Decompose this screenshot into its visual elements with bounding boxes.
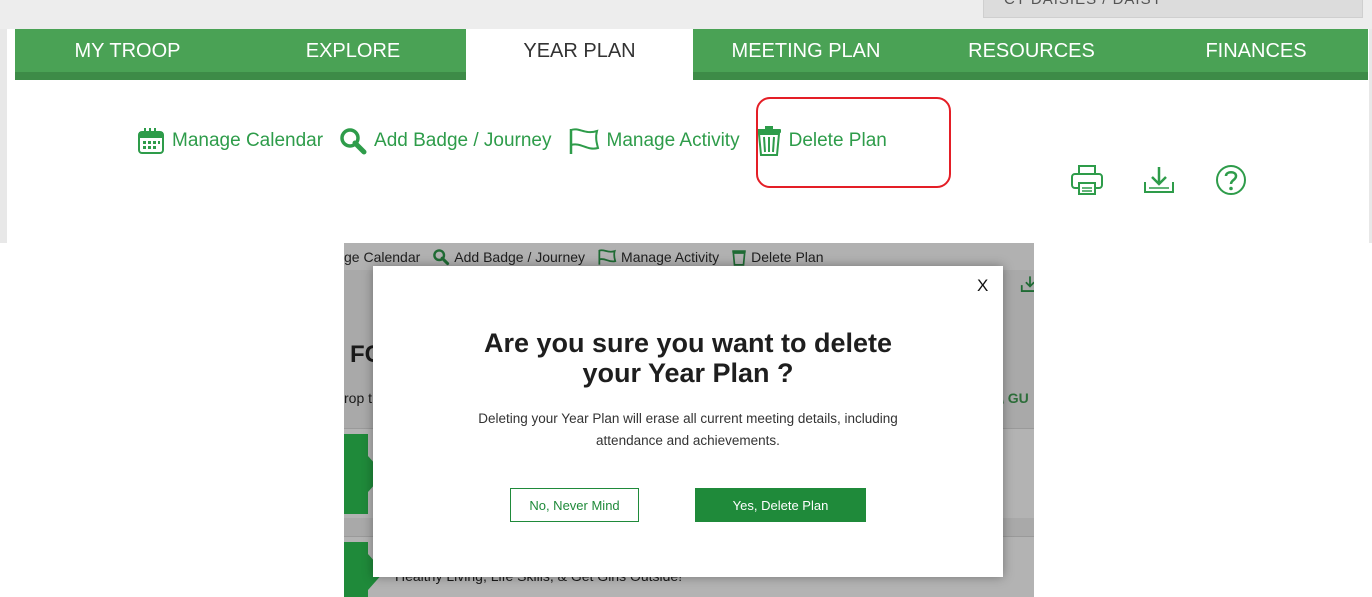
dialog-title-line2: your Year Plan ? — [582, 358, 794, 388]
manage-calendar-button[interactable]: Manage Calendar — [136, 126, 323, 156]
bg-add-badge: Add Badge / Journey — [432, 248, 585, 266]
tab-meeting-plan[interactable]: MEETING PLAN — [693, 29, 919, 80]
search-icon — [433, 248, 450, 265]
help-button[interactable] — [1212, 161, 1250, 199]
tab-year-plan[interactable]: YEAR PLAN — [466, 29, 693, 80]
dialog-title: Are you sure you want to delete your Yea… — [373, 328, 1003, 388]
delete-confirm-dialog: X Are you sure you want to delete your Y… — [373, 266, 1003, 577]
bg-manage-calendar-label: ge Calendar — [344, 248, 421, 265]
tab-resources[interactable]: RESOURCES — [919, 29, 1144, 80]
tab-my-troop[interactable]: MY TROOP — [15, 29, 240, 80]
bg-guide-link: \ GU — [1000, 390, 1029, 406]
left-border — [0, 29, 7, 243]
flag-icon — [569, 128, 599, 154]
add-badge-journey-label: Add Badge / Journey — [374, 130, 552, 151]
tab-explore[interactable]: EXPLORE — [240, 29, 466, 80]
help-icon — [1216, 165, 1246, 195]
account-selector[interactable]: CT DAISIES / DAISY — [983, 0, 1363, 18]
bg-manage-calendar: ge Calendar — [344, 249, 420, 265]
calendar-icon — [138, 128, 164, 154]
bg-subtext: rop t — [344, 390, 373, 406]
bottom-screenshot: ge Calendar Add Badge / Journey Manage A… — [344, 243, 1034, 597]
search-icon — [340, 128, 367, 155]
account-selector-label: CT DAISIES / DAISY — [1004, 0, 1163, 8]
download-icon — [1020, 276, 1034, 292]
bg-manage-activity: Manage Activity — [597, 248, 719, 266]
close-button[interactable]: X — [977, 276, 988, 296]
download-icon — [1144, 167, 1174, 193]
bg-delete-plan: Delete Plan — [731, 248, 824, 266]
manage-activity-button[interactable]: Manage Activity — [567, 126, 740, 156]
bg-manage-activity-label: Manage Activity — [621, 248, 720, 265]
dialog-message: Deleting your Year Plan will erase all c… — [478, 411, 898, 448]
print-button[interactable] — [1068, 161, 1106, 199]
top-screenshot: CT DAISIES / DAISY MY TROOP EXPLORE YEAR… — [0, 0, 1372, 243]
print-icon — [1071, 165, 1103, 195]
bg-row-arrow — [344, 434, 384, 514]
download-button[interactable] — [1140, 161, 1178, 199]
bg-delete-plan-label: Delete Plan — [751, 248, 824, 265]
add-badge-journey-button[interactable]: Add Badge / Journey — [338, 126, 552, 156]
dialog-title-line1: Are you sure you want to delete — [483, 328, 893, 358]
trash-icon — [732, 249, 746, 266]
no-never-mind-button[interactable]: No, Never Mind — [510, 488, 639, 522]
flag-icon — [598, 248, 617, 265]
manage-calendar-label: Manage Calendar — [172, 130, 324, 151]
main-nav: MY TROOP EXPLORE YEAR PLAN MEETING PLAN … — [15, 29, 1368, 80]
delete-plan-highlight — [756, 97, 951, 188]
manage-activity-label: Manage Activity — [606, 130, 740, 151]
tab-finances[interactable]: FINANCES — [1144, 29, 1368, 80]
yes-delete-plan-button[interactable]: Yes, Delete Plan — [695, 488, 866, 522]
bg-row-arrow — [344, 542, 384, 597]
bg-add-badge-label: Add Badge / Journey — [454, 248, 586, 265]
utility-icons — [1068, 161, 1284, 199]
